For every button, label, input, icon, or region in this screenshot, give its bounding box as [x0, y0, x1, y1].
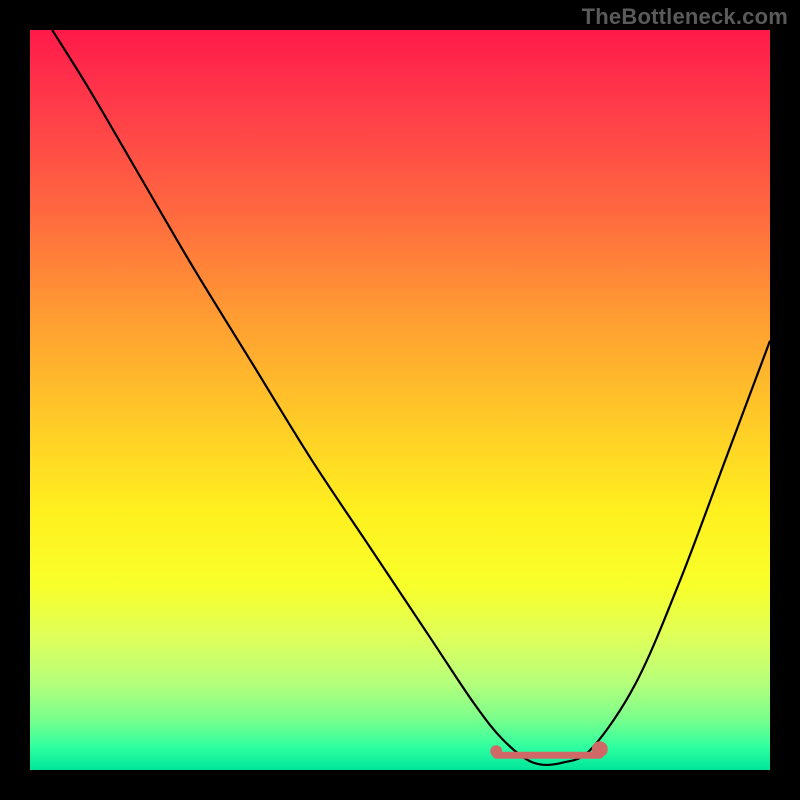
bottleneck-curve: [30, 30, 770, 770]
plot-area: [30, 30, 770, 770]
watermark-text: TheBottleneck.com: [582, 4, 788, 30]
chart-frame: TheBottleneck.com: [0, 0, 800, 800]
